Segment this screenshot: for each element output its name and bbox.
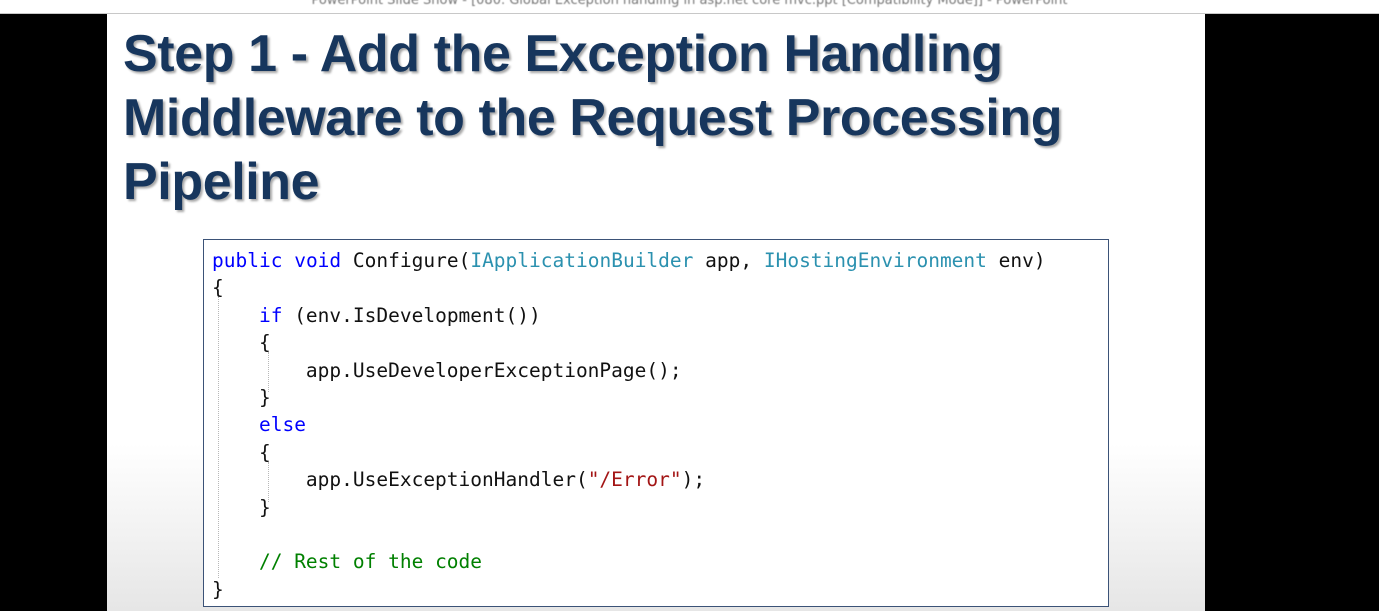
code-keyword-void: void — [294, 249, 342, 272]
code-call-exception-handler: app.UseExceptionHandler( — [305, 468, 588, 492]
code-call-developer-exception-page: app.UseDeveloperExceptionPage(); — [305, 358, 682, 382]
code-line-12: // Rest of the code — [212, 548, 1046, 575]
slide: Step 1 - Add the Exception Handling Midd… — [107, 14, 1205, 611]
code-type-iapplicationbuilder: IApplicationBuilder — [470, 249, 694, 272]
code-line-9: app.UseExceptionHandler("/Error"); — [212, 466, 1046, 493]
code-if-condition: (env.IsDevelopment()) — [282, 303, 541, 327]
code-block: public void Configure(IApplicationBuilde… — [212, 247, 1046, 603]
code-line-8: { — [212, 439, 1046, 466]
code-param-env: env) — [986, 249, 1046, 272]
code-line-6: } — [212, 384, 1046, 411]
code-brace: } — [258, 385, 271, 409]
slide-title: Step 1 - Add the Exception Handling Midd… — [123, 22, 1193, 214]
code-line-5: app.UseDeveloperExceptionPage(); — [212, 357, 1046, 384]
slide-title-line-1: Step 1 - Add the Exception Handling — [123, 25, 1003, 83]
code-line-3: if (env.IsDevelopment()) — [212, 302, 1046, 329]
code-brace: { — [258, 331, 271, 355]
code-line-4: { — [212, 329, 1046, 356]
code-line-13: } — [212, 577, 224, 601]
code-brace: } — [258, 495, 271, 519]
code-brace: { — [258, 440, 271, 464]
code-string-error-path: "/Error" — [587, 468, 682, 492]
code-line-2: { — [212, 276, 224, 300]
code-keyword-if: if — [258, 303, 283, 327]
code-call-end: ); — [681, 468, 706, 492]
slide-title-line-2: Middleware to the Request Processing — [123, 89, 1063, 147]
code-keyword-public: public — [212, 249, 283, 272]
code-param-app: app, — [693, 249, 764, 272]
slide-title-line-3: Pipeline — [123, 153, 320, 211]
window-title-bar: PowerPoint Slide Show - [080. Global Exc… — [0, 0, 1379, 14]
code-type-ihostingenvironment: IHostingEnvironment — [763, 249, 987, 272]
window-title: PowerPoint Slide Show - [080. Global Exc… — [311, 0, 1068, 8]
code-comment: // Rest of the code — [258, 550, 483, 574]
code-keyword-else: else — [258, 413, 306, 437]
code-snippet-box: public void Configure(IApplicationBuilde… — [203, 239, 1109, 607]
code-line-7: else — [212, 411, 1046, 438]
code-line-10: } — [212, 494, 1046, 521]
code-line-1: public void Configure(IApplicationBuilde… — [212, 247, 1046, 274]
code-method-name: Configure( — [352, 249, 471, 272]
